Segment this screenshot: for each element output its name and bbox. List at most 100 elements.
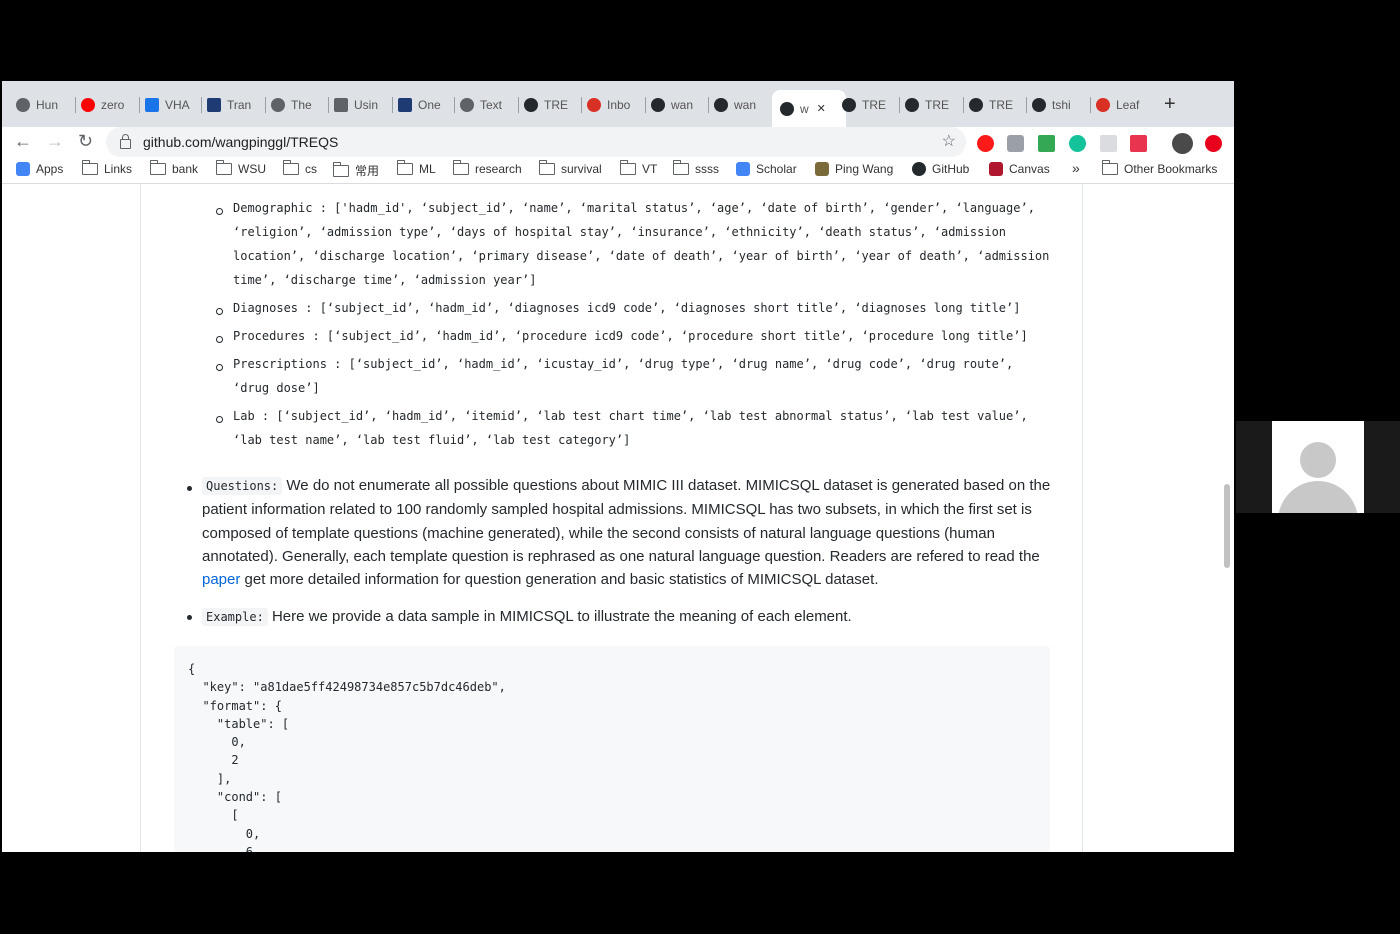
tab-separator bbox=[518, 97, 519, 113]
toolbar: ← → ↻ github.com/wangpinggl/TREQS ☆ bbox=[2, 127, 1234, 159]
bookmark-item[interactable]: research bbox=[452, 160, 522, 176]
bookmark-label: Apps bbox=[36, 162, 64, 176]
bookmark-item[interactable]: Canvas bbox=[989, 162, 1050, 176]
youtube-icon bbox=[81, 98, 95, 112]
folder-icon bbox=[215, 160, 232, 175]
close-tab-icon[interactable]: ✕ bbox=[817, 102, 826, 115]
more-bookmarks-chevron[interactable]: » bbox=[1072, 160, 1080, 176]
bookmark-label: ssss bbox=[695, 162, 719, 176]
bookmark-item[interactable]: VT bbox=[619, 160, 658, 176]
tab-17[interactable]: tshi bbox=[1032, 94, 1082, 116]
tab-9[interactable]: TRE bbox=[524, 94, 574, 116]
reload-icon[interactable]: ↻ bbox=[78, 131, 93, 152]
bookmark-item[interactable]: survival bbox=[538, 160, 602, 176]
tab-14[interactable]: TRE bbox=[842, 94, 892, 116]
bookmark-item[interactable]: ML bbox=[396, 160, 436, 176]
bookmark-label: bank bbox=[172, 162, 199, 176]
forward-icon[interactable]: → bbox=[46, 131, 64, 152]
tab-title: TRE bbox=[862, 98, 886, 112]
bookmark-label: VT bbox=[642, 162, 658, 176]
questions-label: Questions: bbox=[202, 477, 283, 495]
back-icon[interactable]: ← bbox=[14, 131, 32, 152]
bookmark-star-icon[interactable]: ☆ bbox=[942, 131, 956, 151]
field-diagnoses: Diagnoses : [‘subject_id’, ‘hadm_id’, ‘d… bbox=[233, 296, 1063, 320]
tab-title: tshi bbox=[1052, 98, 1071, 112]
bookmark-label: WSU bbox=[238, 162, 266, 176]
tab-11[interactable]: wan bbox=[651, 94, 701, 116]
bookmark-item[interactable]: Links bbox=[81, 160, 132, 176]
circle-bullet bbox=[216, 416, 223, 423]
bookmark-item[interactable]: Ping Wang bbox=[815, 162, 893, 176]
bookmark-label: Canvas bbox=[1009, 162, 1050, 176]
tab-8[interactable]: Text bbox=[460, 94, 510, 116]
field-line: ‘lab test name’, ‘lab test fluid’, ‘lab … bbox=[233, 433, 631, 447]
circle-bullet bbox=[216, 364, 223, 371]
bookmark-item[interactable]: ssss bbox=[672, 160, 719, 176]
field-line: ‘religion’, ‘admission type’, ‘days of h… bbox=[233, 225, 1007, 239]
folder-icon bbox=[81, 160, 98, 175]
tab-title: One bbox=[418, 98, 441, 112]
bookmark-item[interactable]: bank bbox=[149, 160, 199, 176]
tab-12[interactable]: wan bbox=[714, 94, 764, 116]
tab-title: Hun bbox=[36, 98, 59, 112]
bookmark-label: research bbox=[475, 162, 522, 176]
profile-avatar[interactable] bbox=[1172, 133, 1193, 154]
tab-7[interactable]: One bbox=[398, 94, 448, 116]
folder-icon bbox=[1101, 160, 1118, 175]
bookmark-item[interactable]: Apps bbox=[16, 162, 63, 176]
bookmark-item[interactable]: cs bbox=[282, 160, 317, 176]
other-bookmarks[interactable]: Other Bookmarks bbox=[1101, 160, 1217, 176]
avatar-head bbox=[1300, 442, 1336, 478]
json-code-block: { "key": "a81dae5ff42498734e857c5b7dc46d… bbox=[174, 646, 1050, 852]
address-bar[interactable]: github.com/wangpinggl/TREQS ☆ bbox=[106, 127, 966, 157]
colorful-extension-icon[interactable] bbox=[1038, 135, 1055, 152]
tab-2[interactable]: zero bbox=[81, 94, 131, 116]
grammarly-extension-icon[interactable] bbox=[1069, 135, 1086, 152]
tab-1[interactable]: Hun bbox=[16, 94, 66, 116]
scrollbar-thumb[interactable] bbox=[1224, 484, 1230, 568]
browser-window: + Hun zero VHA Tran The Usin One Text TRE Inbo wan… bbox=[2, 81, 1234, 852]
tab-6[interactable]: Usin bbox=[334, 94, 384, 116]
tab-10[interactable]: Inbo bbox=[587, 94, 637, 116]
tab-18[interactable]: Leaf bbox=[1096, 94, 1146, 116]
new-tab-button[interactable]: + bbox=[1164, 93, 1176, 116]
gray-extension-icon[interactable] bbox=[1100, 135, 1117, 152]
folder-icon bbox=[149, 160, 166, 175]
bookmarks-bar: Other Bookmarks » Apps Links bank WSU cs 常用 ML… bbox=[2, 159, 1234, 184]
tab-5[interactable]: The bbox=[271, 94, 321, 116]
example-text: Here we provide a data sample in MIMICSQ… bbox=[271, 608, 852, 625]
tab-16[interactable]: TRE bbox=[969, 94, 1019, 116]
tab-separator bbox=[963, 97, 964, 113]
bookmark-item[interactable]: 常用 bbox=[332, 161, 379, 179]
bookmark-item[interactable]: GitHub bbox=[912, 162, 969, 176]
tab-separator bbox=[1090, 97, 1091, 113]
tab-13[interactable]: w ✕ bbox=[772, 90, 846, 127]
github-icon bbox=[1032, 98, 1046, 112]
tab-title: TRE bbox=[544, 98, 568, 112]
lock-icon bbox=[120, 134, 131, 149]
opera-extension-icon[interactable] bbox=[977, 135, 994, 152]
tab-3[interactable]: VHA bbox=[145, 94, 195, 116]
tab-title: TRE bbox=[989, 98, 1013, 112]
doc-icon bbox=[398, 98, 412, 112]
avatar-body bbox=[1278, 481, 1358, 513]
tab-4[interactable]: Tran bbox=[207, 94, 257, 116]
bookmark-item[interactable]: WSU bbox=[215, 160, 266, 176]
tab-separator bbox=[645, 97, 646, 113]
left-border bbox=[140, 184, 141, 852]
folder-icon bbox=[619, 160, 636, 175]
bookmark-item[interactable]: Scholar bbox=[736, 162, 797, 176]
cloud-extension-icon[interactable] bbox=[1007, 135, 1024, 152]
github-icon bbox=[651, 98, 665, 112]
questions-text-end: get more detailed information for questi… bbox=[244, 571, 879, 589]
update-alert-icon[interactable] bbox=[1205, 135, 1222, 152]
tab-separator bbox=[454, 97, 455, 113]
bookmark-label: Ping Wang bbox=[835, 162, 894, 176]
tab-title: zero bbox=[101, 98, 125, 112]
paper-link[interactable]: paper bbox=[202, 571, 240, 588]
red-grid-extension-icon[interactable] bbox=[1130, 135, 1147, 152]
github-icon bbox=[912, 162, 926, 176]
tab-strip: + Hun zero VHA Tran The Usin One Text TRE Inbo wan… bbox=[2, 81, 1234, 127]
tab-15[interactable]: TRE bbox=[905, 94, 955, 116]
leaf-icon bbox=[1096, 98, 1110, 112]
